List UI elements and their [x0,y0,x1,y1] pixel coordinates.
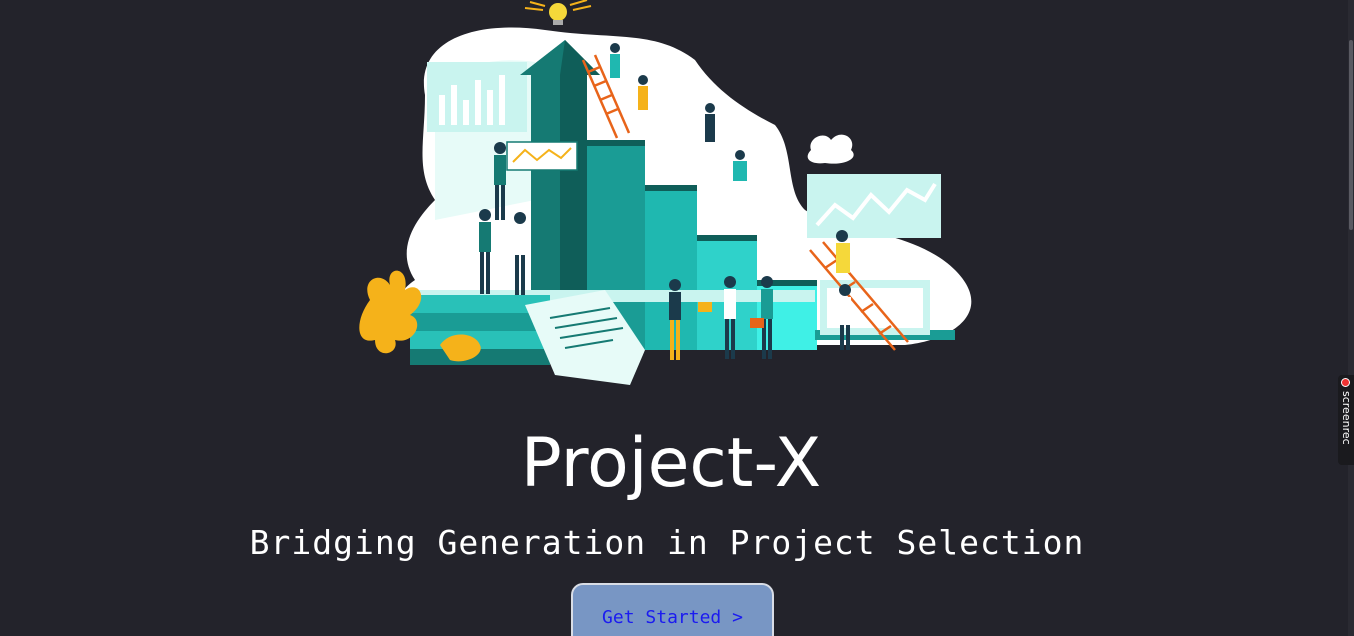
get-started-label: Get Started > [602,607,743,628]
screenrec-label: screenrec [1340,391,1353,445]
hero-illustration [359,0,972,385]
cloud-shape [807,134,854,164]
briefcase-icon [698,302,712,312]
right-chart-card [807,174,941,238]
page-subtitle: Bridging Generation in Project Selection [249,523,1085,562]
page-scrollbar[interactable] [1348,0,1354,636]
screenrec-tab[interactable]: screenrec [1338,375,1354,465]
record-dot-icon [1341,378,1350,387]
scrollbar-thumb[interactable] [1349,40,1353,230]
page-title: Project-X [520,424,822,503]
get-started-button[interactable]: Get Started > [571,583,774,636]
lightbulb-icon [549,3,567,21]
